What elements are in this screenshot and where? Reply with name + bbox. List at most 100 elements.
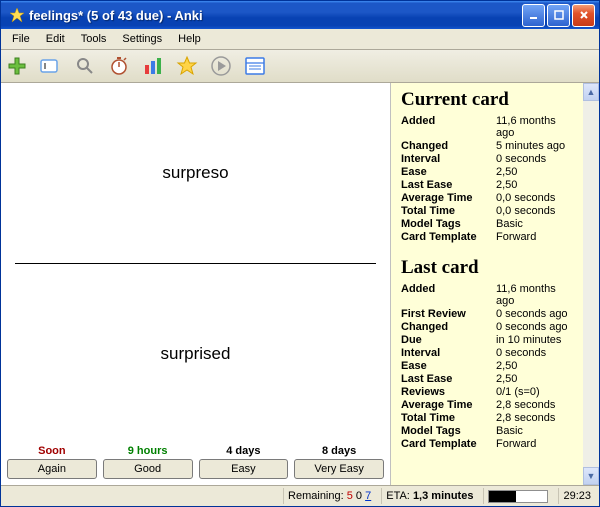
answer-row: Soon Again 9 hours Good 4 days Easy 8 da… [1,444,390,485]
last-card-title: Last card [401,257,573,279]
interval-good: 9 hours [128,445,168,457]
sidebar-wrap: Current card Added11,6 months ago Change… [390,83,599,485]
label-card-template: Card Template [401,230,496,243]
text-input-button[interactable] [39,54,63,78]
layout-button[interactable] [243,54,267,78]
interval-again: Soon [38,445,66,457]
val-cc-tags: Basic [496,217,573,230]
val-cc-total: 0,0 seconds [496,204,573,217]
toolbar [1,50,599,83]
answer-again: Soon Again [7,445,97,479]
label-added: Added [401,114,496,139]
status-eta: ETA: 1,3 minutes [381,488,477,504]
label-lc-avg-time: Average Time [401,398,496,411]
card-back: surprised [11,264,380,444]
play-button[interactable] [209,54,233,78]
info-sidebar: Current card Added11,6 months ago Change… [391,83,583,485]
label-ease: Ease [401,165,496,178]
label-model-tags: Model Tags [401,217,496,230]
val-lc-first: 0 seconds ago [496,307,573,320]
val-cc-tpl: Forward [496,230,573,243]
val-cc-last-ease: 2,50 [496,178,573,191]
add-card-button[interactable] [5,54,29,78]
menu-settings[interactable]: Settings [115,31,169,47]
val-lc-tags: Basic [496,424,573,437]
interval-easy: 4 days [226,445,260,457]
status-clock: 29:23 [558,488,595,504]
answer-easy: 4 days Easy [199,445,289,479]
app-icon [9,7,25,23]
val-lc-avg: 2,8 seconds [496,398,573,411]
label-changed: Changed [401,139,496,152]
menu-tools[interactable]: Tools [74,31,114,47]
good-button[interactable]: Good [103,459,193,479]
val-lc-interval: 0 seconds [496,346,573,359]
eta-label: ETA: [386,490,410,502]
label-lc-total-time: Total Time [401,411,496,424]
menu-edit[interactable]: Edit [39,31,72,47]
menu-help[interactable]: Help [171,31,208,47]
label-total-time: Total Time [401,204,496,217]
val-lc-tpl: Forward [496,437,573,450]
label-lc-changed: Changed [401,320,496,333]
close-button[interactable] [572,4,595,27]
app-window: feelings* (5 of 43 due) - Anki File Edit… [0,0,600,507]
card-pane: surpreso surprised Soon Again 9 hours Go… [1,83,390,485]
mark-button[interactable] [175,54,199,78]
val-cc-avg: 0,0 seconds [496,191,573,204]
status-remaining: Remaining: 5 0 7 [283,488,375,504]
scroll-track[interactable] [583,101,599,467]
maximize-button[interactable] [547,4,570,27]
val-lc-ease: 2,50 [496,359,573,372]
minimize-button[interactable] [522,4,545,27]
scroll-down-icon[interactable]: ▼ [583,467,599,485]
easy-button[interactable]: Easy [199,459,289,479]
progress-bar [488,490,548,503]
val-cc-ease: 2,50 [496,165,573,178]
val-lc-added: 11,6 months ago [496,282,573,307]
interval-very-easy: 8 days [322,445,356,457]
label-lc-card-template: Card Template [401,437,496,450]
last-card-table: Added11,6 months ago First Review0 secon… [401,282,573,450]
window-title: feelings* (5 of 43 due) - Anki [29,8,522,23]
remaining-a: 5 [347,490,353,502]
card-area: surpreso surprised [1,83,390,444]
content-area: surpreso surprised Soon Again 9 hours Go… [1,83,599,485]
very-easy-button[interactable]: Very Easy [294,459,384,479]
label-lc-last-ease: Last Ease [401,372,496,385]
remaining-label: Remaining: [288,490,344,502]
label-avg-time: Average Time [401,191,496,204]
sidebar-scrollbar[interactable]: ▲ ▼ [583,83,599,485]
val-cc-changed: 5 minutes ago [496,139,573,152]
label-lc-reviews: Reviews [401,385,496,398]
current-card-table: Added11,6 months ago Changed5 minutes ag… [401,114,573,243]
val-lc-due: in 10 minutes [496,333,573,346]
label-lc-model-tags: Model Tags [401,424,496,437]
label-lc-first-review: First Review [401,307,496,320]
status-progress [483,488,552,504]
val-lc-changed: 0 seconds ago [496,320,573,333]
again-button[interactable]: Again [7,459,97,479]
menu-file[interactable]: File [5,31,37,47]
label-lc-ease: Ease [401,359,496,372]
label-interval: Interval [401,152,496,165]
timer-button[interactable] [107,54,131,78]
statusbar: Remaining: 5 0 7 ETA: 1,3 minutes 29:23 [1,485,599,506]
val-lc-total: 2,8 seconds [496,411,573,424]
val-cc-interval: 0 seconds [496,152,573,165]
val-lc-reviews: 0/1 (s=0) [496,385,573,398]
label-last-ease: Last Ease [401,178,496,191]
stats-button[interactable] [141,54,165,78]
card-front: surpreso [11,83,380,263]
status-spacer [5,488,277,504]
scroll-up-icon[interactable]: ▲ [583,83,599,101]
val-cc-added: 11,6 months ago [496,114,573,139]
search-button[interactable] [73,54,97,78]
current-card-title: Current card [401,89,573,111]
answer-good: 9 hours Good [103,445,193,479]
val-lc-last-ease: 2,50 [496,372,573,385]
answer-very-easy: 8 days Very Easy [294,445,384,479]
remaining-b: 0 [356,490,362,502]
label-lc-due: Due [401,333,496,346]
eta-value: 1,3 minutes [413,490,474,502]
